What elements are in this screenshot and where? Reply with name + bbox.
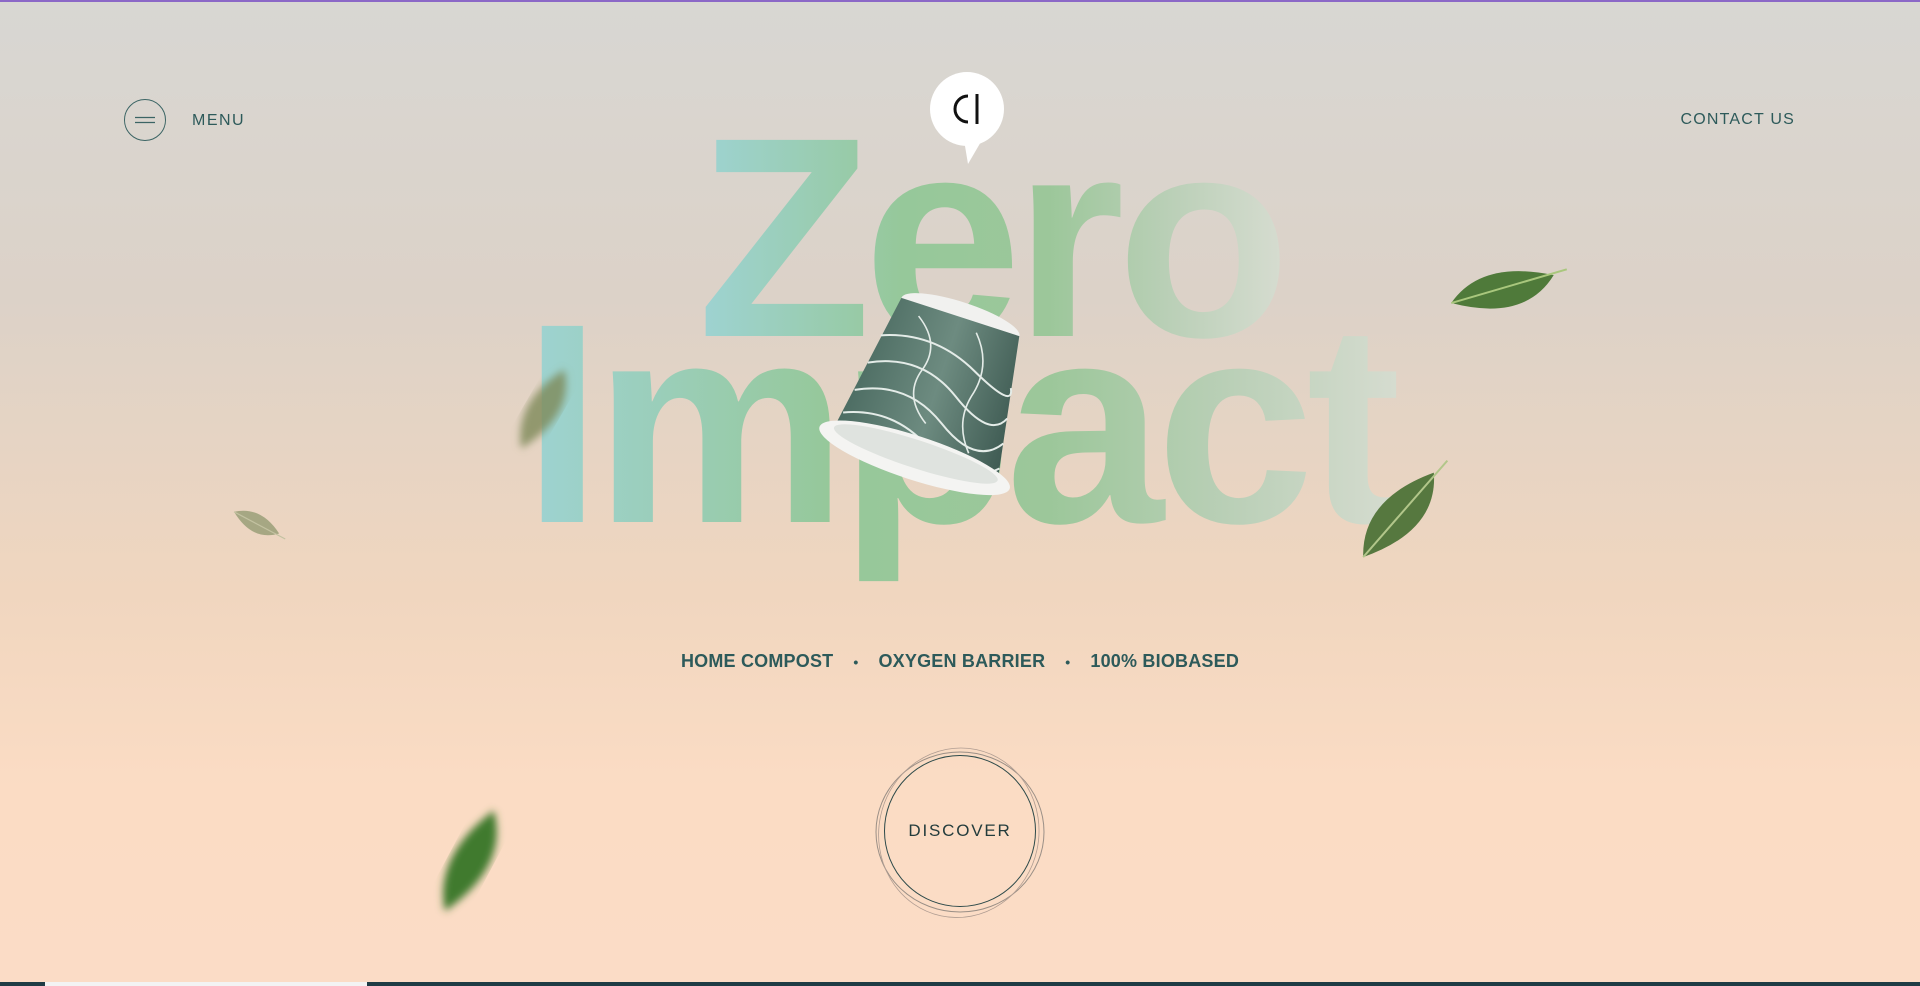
feature-list: HOME COMPOST • OXYGEN BARRIER • 100% BIO… <box>0 651 1920 672</box>
leaf-icon <box>443 810 497 912</box>
leaf-icon <box>233 510 286 540</box>
feature-item: HOME COMPOST <box>680 651 834 671</box>
menu-label[interactable]: MENU <box>192 112 245 130</box>
contact-us-link[interactable]: CONTACT US <box>1680 111 1795 129</box>
discover-button[interactable]: DISCOVER <box>884 755 1036 907</box>
hamburger-icon <box>135 116 155 124</box>
hero-word-impact: Impact <box>523 265 1400 584</box>
feature-separator: • <box>853 653 859 670</box>
feature-item: OXYGEN BARRIER <box>878 651 1046 671</box>
coffee-capsule <box>819 293 1020 496</box>
feature-separator: • <box>1065 653 1071 670</box>
leaf-icon <box>1450 268 1568 309</box>
logo-icon[interactable] <box>928 72 1006 164</box>
menu-toggle-button[interactable] <box>124 99 166 141</box>
feature-item: 100% BIOBASED <box>1090 651 1240 671</box>
scroll-progress-bar <box>0 982 1920 986</box>
leaf-icon <box>1362 459 1449 558</box>
top-accent-bar <box>0 0 1920 2</box>
scroll-progress-fill <box>45 982 367 986</box>
leaf-icon <box>520 369 567 449</box>
